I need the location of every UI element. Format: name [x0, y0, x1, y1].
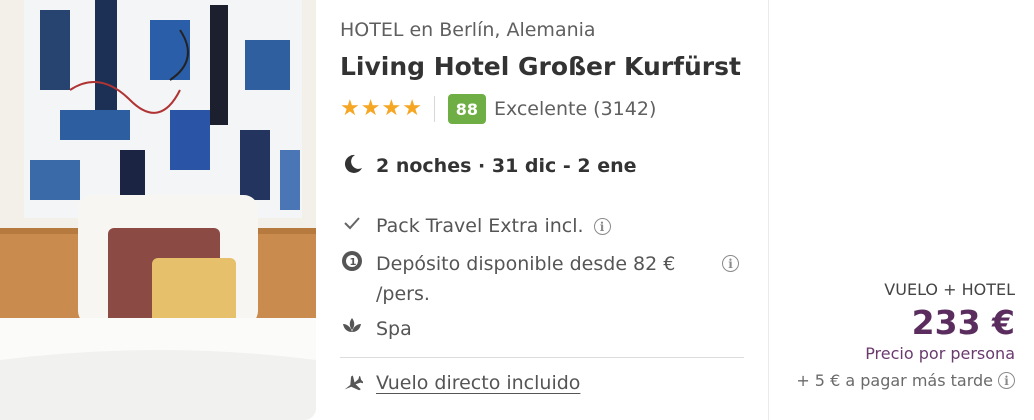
star-icon: ★	[381, 96, 402, 121]
info-icon[interactable]: i	[722, 255, 739, 272]
feature-label: Spa	[376, 318, 412, 340]
moon-icon	[340, 152, 364, 180]
info-icon[interactable]: i	[998, 372, 1015, 389]
hotel-name[interactable]: Living Hotel Großer Kurfürst	[340, 52, 741, 81]
check-icon	[340, 211, 364, 235]
score-badge: 88	[447, 94, 486, 124]
extra-charge-text: + 5 € a pagar más tarde	[796, 371, 993, 390]
spa-icon	[340, 314, 364, 338]
dates-text: 2 noches · 31 dic - 2 ene	[376, 155, 637, 177]
rating-divider	[433, 96, 435, 122]
feature-deposit: 1 Depósito disponible desde 82 € /pers. …	[340, 249, 739, 309]
star-icon: ★	[340, 96, 360, 121]
feature-pack-travel: Pack Travel Extra incl. i	[340, 211, 611, 241]
price-per-person: Precio por persona	[865, 344, 1015, 363]
airplane-icon	[340, 372, 364, 396]
rating-row: ★ ★ ★ ★ 88 Excelente (3142)	[340, 94, 656, 124]
flight-link[interactable]: Vuelo directo incluido	[376, 372, 580, 394]
package-type: VUELO + HOTEL	[884, 280, 1015, 299]
star-icon: ★	[402, 96, 422, 121]
score-label[interactable]: Excelente (3142)	[494, 98, 656, 120]
hotel-room-image	[0, 0, 316, 420]
feature-spa: Spa	[340, 314, 412, 344]
deposit-icon: 1	[340, 249, 364, 273]
hotel-photo[interactable]	[0, 0, 316, 420]
feature-label: Depósito disponible desde 82 € /pers.	[376, 253, 676, 305]
star-rating: ★ ★ ★ ★	[340, 98, 422, 120]
price-amount: 233 €	[911, 303, 1015, 342]
info-icon[interactable]: i	[593, 218, 611, 235]
star-icon: ★	[360, 96, 381, 121]
hotel-card[interactable]: HOTEL en Berlín, Alemania Living Hotel G…	[0, 0, 768, 420]
flight-info: Vuelo directo incluido	[340, 372, 580, 396]
price-panel[interactable]: VUELO + HOTEL 233 € Precio por persona +…	[768, 0, 1034, 420]
feature-label: Pack Travel Extra incl.	[376, 215, 584, 237]
extra-charge: + 5 € a pagar más tarde i	[796, 371, 1015, 390]
hotel-type-location: HOTEL en Berlín, Alemania	[340, 19, 596, 41]
stay-dates: 2 noches · 31 dic - 2 ene	[340, 152, 637, 180]
price-box: VUELO + HOTEL 233 € Precio por persona +…	[796, 280, 1015, 390]
divider	[340, 357, 744, 358]
svg-text:1: 1	[350, 257, 357, 268]
